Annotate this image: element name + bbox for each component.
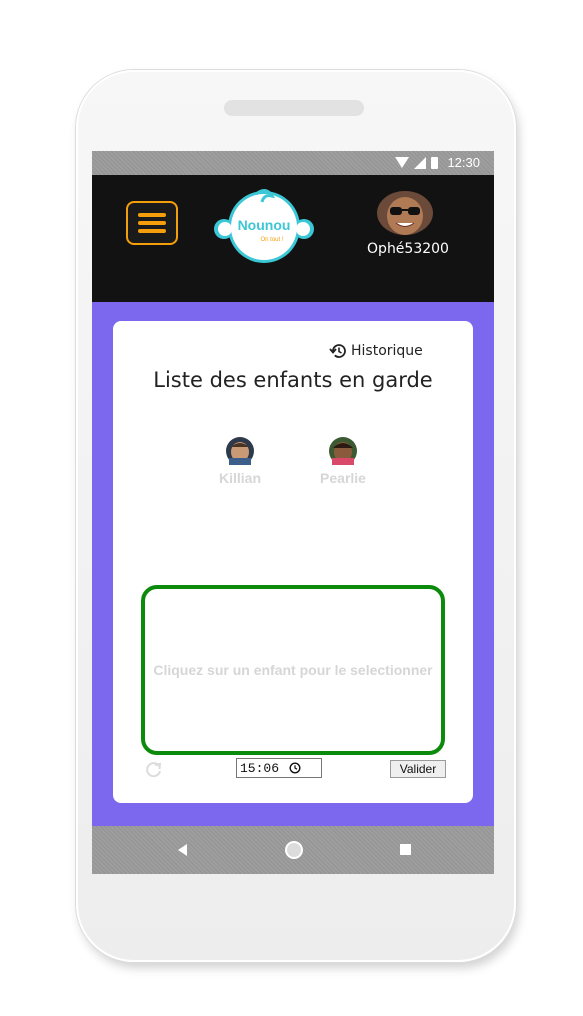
- child-name: Pearlie: [320, 470, 366, 486]
- back-icon[interactable]: [178, 844, 187, 856]
- wifi-icon: [395, 157, 410, 168]
- battery-icon: [431, 156, 439, 169]
- status-bar: 12:30: [92, 151, 494, 175]
- child-item-pearlie[interactable]: Pearlie: [311, 437, 375, 486]
- app-header: Nounou On tout ! Ophé53200: [92, 175, 494, 302]
- home-icon[interactable]: [285, 841, 303, 859]
- child-avatar: [226, 437, 254, 465]
- phone-speaker: [224, 100, 364, 116]
- status-time: 12:30: [447, 155, 480, 170]
- time-value: 15:06: [240, 760, 280, 776]
- refresh-icon[interactable]: [145, 761, 163, 779]
- history-icon: [329, 344, 346, 358]
- time-input[interactable]: 15:06: [236, 758, 322, 778]
- phone-screen: 12:30 Nounou On tout ! Ophé53200 Histori…: [92, 151, 494, 874]
- main-content: Historique Liste des enfants en garde Ki…: [92, 302, 494, 826]
- page-title: Liste des enfants en garde: [153, 368, 433, 392]
- logo-subtext: On tout !: [260, 237, 283, 243]
- children-card: Historique Liste des enfants en garde Ki…: [113, 321, 473, 803]
- recent-apps-icon[interactable]: [400, 844, 411, 855]
- child-name: Killian: [218, 470, 261, 486]
- nounou-logo[interactable]: Nounou On tout !: [204, 185, 324, 265]
- selection-area[interactable]: Cliquez sur un enfant pour le selectionn…: [141, 585, 445, 755]
- user-name[interactable]: Ophé53200: [354, 241, 462, 257]
- child-avatar: [329, 437, 357, 465]
- selection-hint: Cliquez sur un enfant pour le selectionn…: [153, 662, 433, 678]
- signal-icon: [414, 156, 427, 169]
- validate-button[interactable]: Valider: [390, 760, 446, 778]
- user-avatar[interactable]: [376, 191, 434, 235]
- clock-icon[interactable]: [289, 762, 301, 774]
- logo-text: Nounou: [238, 217, 291, 233]
- history-link[interactable]: Historique: [329, 343, 423, 359]
- android-nav-bar: [92, 826, 494, 874]
- history-label: Historique: [351, 343, 423, 359]
- menu-button[interactable]: [126, 201, 178, 245]
- child-item-killian[interactable]: Killian: [208, 437, 272, 486]
